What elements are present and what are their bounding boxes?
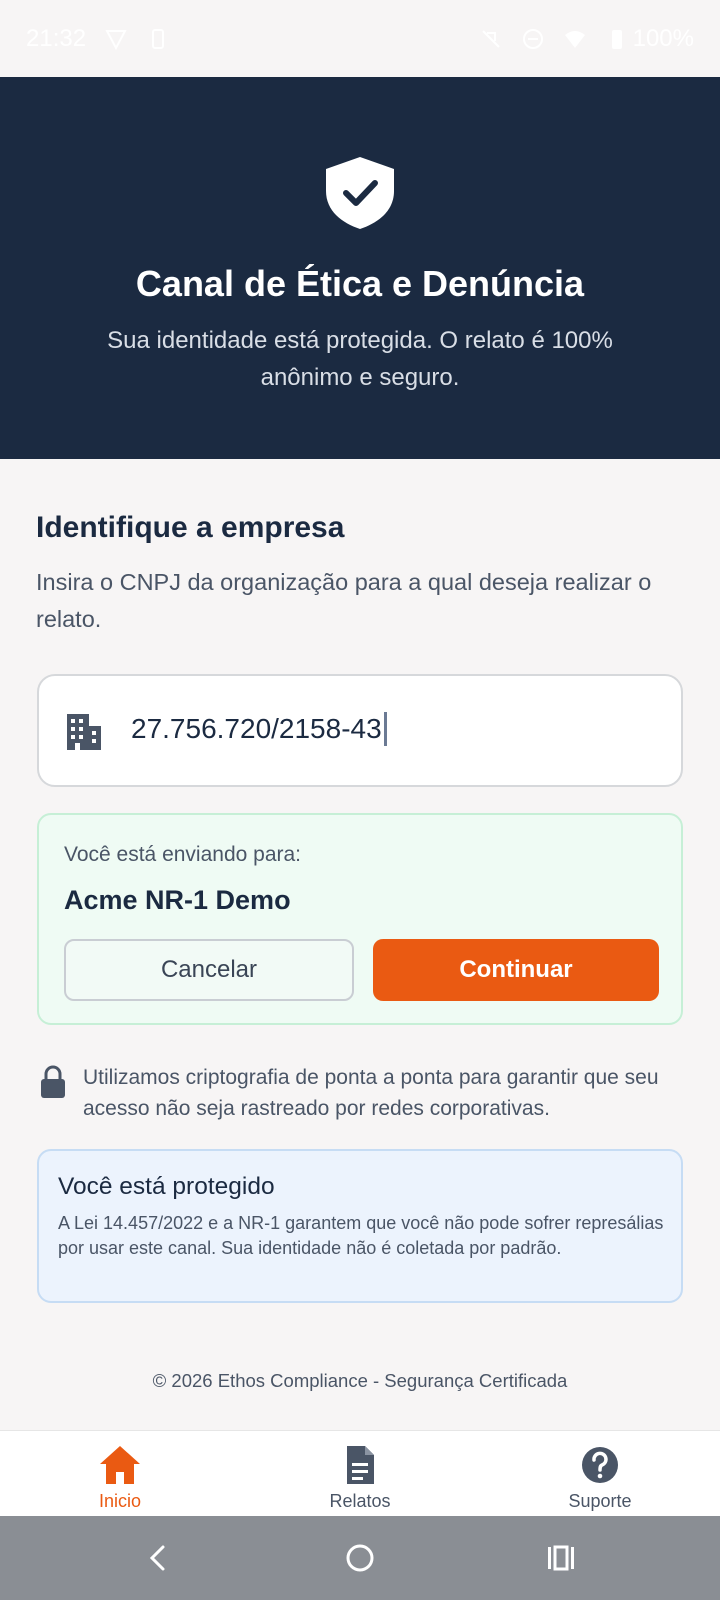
tab-label: Inicio	[98, 1491, 142, 1511]
footer-copyright: © 2026 Ethos Compliance - Segurança Cert…	[152, 1370, 568, 1391]
tab-label: Relatos	[329, 1491, 391, 1511]
home-nav-icon[interactable]	[344, 1542, 376, 1574]
text-cursor	[383, 712, 387, 746]
tab-relatos[interactable]: Relatos	[240, 1443, 480, 1512]
vpn-shield-icon	[105, 29, 127, 50]
tab-inicio[interactable]: Inicio	[0, 1443, 240, 1512]
vibrate-off-icon	[481, 29, 500, 48]
cnpj-input[interactable]: 27.756.720/2158-43	[37, 674, 683, 787]
protection-title: Você está protegido	[58, 1173, 275, 1200]
tab-suporte[interactable]: Suporte	[480, 1443, 720, 1512]
section-description: Insira o CNPJ da organização para a qual…	[36, 569, 652, 632]
status-time: 21:32	[26, 24, 87, 52]
page-subtitle: Sua identidade está protegida. O relato …	[107, 327, 613, 391]
bottom-tab-bar: Inicio Relatos Suporte	[0, 1430, 720, 1516]
destination-label: Você está enviando para:	[64, 843, 302, 866]
security-note-text: Utilizamos criptografia de ponta a ponta…	[83, 1066, 659, 1120]
continue-button[interactable]: Continuar	[373, 939, 659, 1001]
tab-label: Suporte	[568, 1491, 632, 1511]
protection-card: Você está protegido A Lei 14.457/2022 e …	[37, 1149, 683, 1303]
status-bar: 21:32 100%	[0, 0, 720, 77]
dnd-icon	[522, 28, 543, 49]
document-icon	[347, 1446, 374, 1484]
section-title: Identifique a empresa	[36, 511, 345, 544]
destination-card: Você está enviando para: Acme NR-1 Demo …	[37, 813, 683, 1025]
recents-icon[interactable]	[545, 1542, 577, 1574]
building-icon	[67, 714, 101, 750]
lock-icon	[41, 1065, 65, 1098]
protection-body: A Lei 14.457/2022 e a NR-1 garantem que …	[58, 1213, 664, 1258]
company-name: Acme NR-1 Demo	[64, 885, 291, 915]
battery-level: 100%	[632, 24, 694, 52]
phone-icon	[152, 28, 165, 49]
wifi-icon	[564, 30, 585, 48]
cnpj-value: 27.756.720/2158-43	[131, 713, 382, 744]
home-icon	[100, 1446, 140, 1484]
system-nav-bar	[0, 1516, 720, 1600]
cancel-button[interactable]: Cancelar	[64, 939, 354, 1001]
hero-header: Canal de Ética e Denúncia Sua identidade…	[0, 77, 720, 459]
shield-check-icon	[326, 157, 394, 229]
back-icon[interactable]	[142, 1542, 174, 1574]
help-icon	[582, 1447, 618, 1483]
page-title: Canal de Ética e Denúncia	[135, 263, 585, 304]
battery-icon	[611, 29, 622, 49]
